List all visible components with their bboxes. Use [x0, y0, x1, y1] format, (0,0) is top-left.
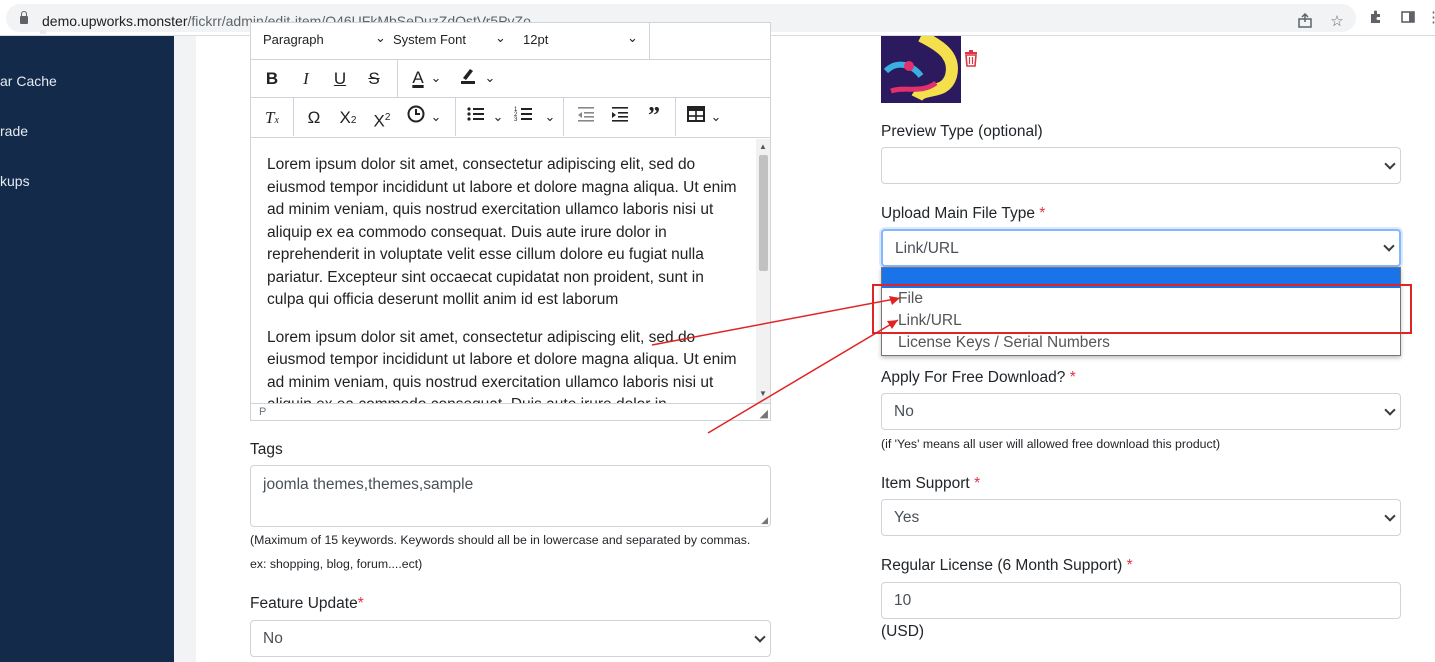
annotation-overlay: [651, 284, 1412, 434]
annotation-arrowhead: [889, 296, 900, 305]
annotation-arrow-line: [707, 319, 899, 434]
annotation-arrow-line: [651, 297, 901, 346]
annotation-arrowhead: [887, 320, 898, 329]
annotation-highlight-box: [872, 284, 1412, 334]
